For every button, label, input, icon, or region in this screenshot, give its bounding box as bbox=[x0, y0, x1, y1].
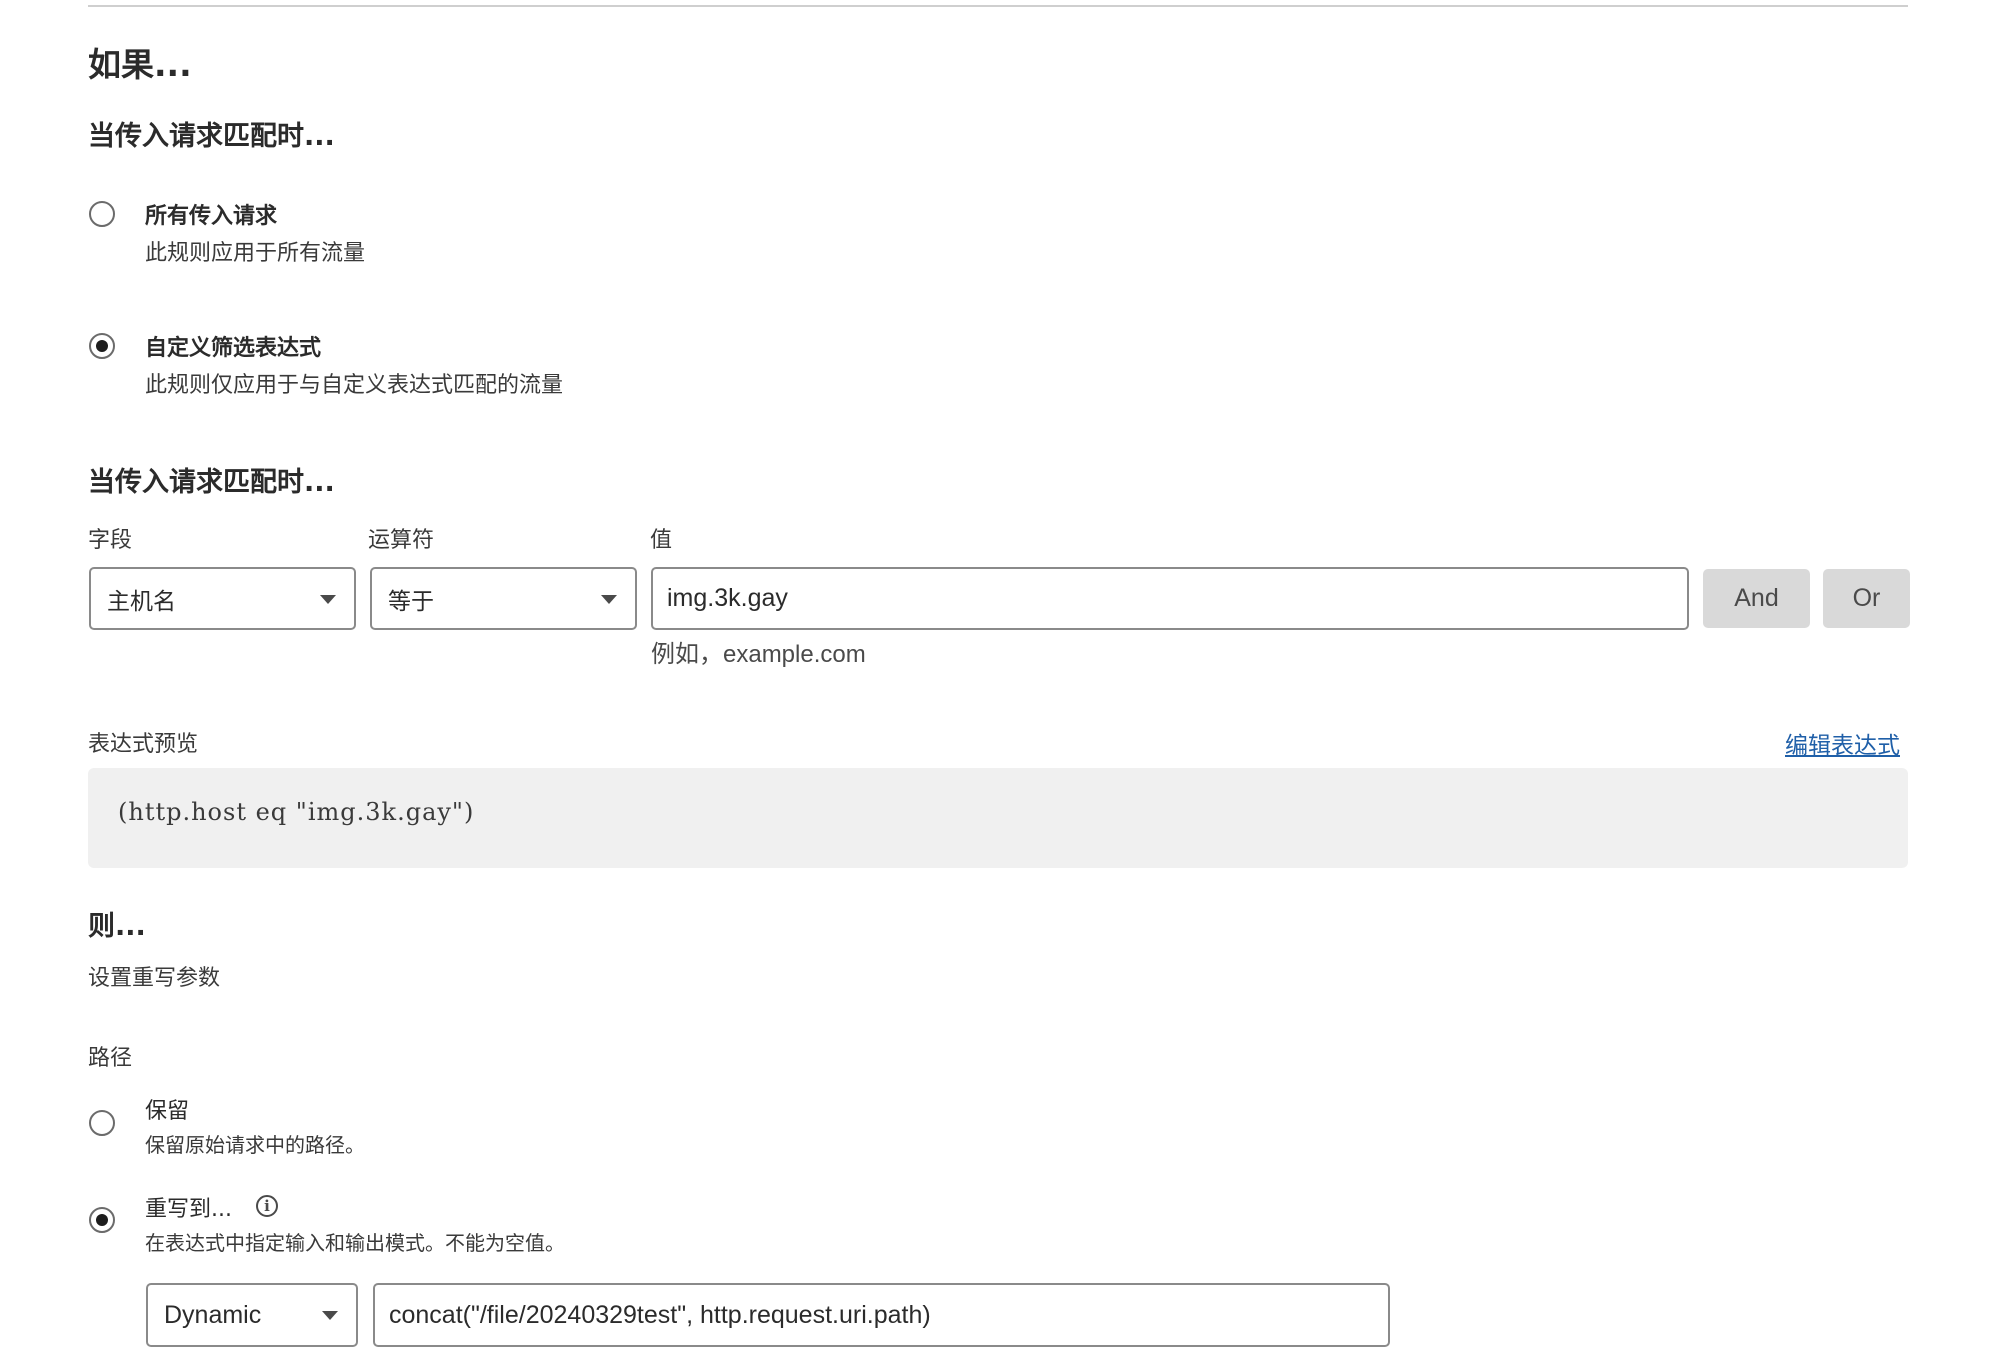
chevron-down-icon bbox=[320, 594, 336, 604]
radio-custom-filter[interactable] bbox=[89, 333, 115, 359]
operator-label: 运算符 bbox=[368, 528, 435, 553]
filter-heading: 当传入请求匹配时... bbox=[88, 467, 335, 498]
option-all-requests-desc: 此规则应用于所有流量 bbox=[145, 241, 366, 266]
radio-all-requests[interactable] bbox=[89, 201, 115, 227]
radio-preserve[interactable] bbox=[89, 1110, 115, 1136]
then-subheading: 设置重写参数 bbox=[88, 966, 221, 991]
top-divider bbox=[88, 5, 1908, 7]
chevron-down-icon bbox=[601, 594, 617, 604]
if-heading: 如果... bbox=[88, 45, 192, 84]
or-button[interactable]: Or bbox=[1823, 569, 1910, 628]
match-heading: 当传入请求匹配时... bbox=[88, 121, 335, 152]
option-all-requests-title[interactable]: 所有传入请求 bbox=[145, 198, 277, 230]
preview-label: 表达式预览 bbox=[88, 732, 199, 757]
expression-preview: (http.host eq "img.3k.gay") bbox=[88, 768, 1908, 868]
operator-select-value: 等于 bbox=[388, 588, 434, 615]
path-label: 路径 bbox=[88, 1046, 133, 1071]
edit-expression-link[interactable]: 编辑表达式 bbox=[1785, 726, 1900, 760]
radio-rewrite[interactable] bbox=[89, 1207, 115, 1233]
rewrite-type-value: Dynamic bbox=[164, 1300, 262, 1329]
option-rewrite-desc: 在表达式中指定输入和输出模式。不能为空值。 bbox=[145, 1231, 565, 1255]
and-button[interactable]: And bbox=[1703, 569, 1810, 628]
option-preserve-title[interactable]: 保留 bbox=[145, 1093, 189, 1125]
operator-select[interactable]: 等于 bbox=[370, 567, 637, 630]
rewrite-expression-text: concat("/file/20240329test", http.reques… bbox=[389, 1300, 931, 1329]
field-select-value: 主机名 bbox=[107, 588, 176, 615]
chevron-down-icon bbox=[322, 1311, 338, 1320]
info-icon[interactable]: i bbox=[256, 1195, 278, 1217]
expression-code: (http.host eq "img.3k.gay") bbox=[118, 798, 475, 826]
rewrite-type-select[interactable]: Dynamic bbox=[146, 1283, 358, 1347]
value-hint: 例如，example.com bbox=[651, 641, 866, 668]
option-rewrite-title[interactable]: 重写到... bbox=[145, 1191, 232, 1223]
value-input[interactable]: img.3k.gay bbox=[651, 567, 1689, 630]
rewrite-expression-input[interactable]: concat("/file/20240329test", http.reques… bbox=[373, 1283, 1390, 1347]
option-custom-filter-desc: 此规则仅应用于与自定义表达式匹配的流量 bbox=[145, 373, 564, 398]
value-input-text: img.3k.gay bbox=[667, 584, 788, 612]
field-select[interactable]: 主机名 bbox=[89, 567, 356, 630]
option-custom-filter-title[interactable]: 自定义筛选表达式 bbox=[145, 330, 321, 362]
field-label: 字段 bbox=[88, 528, 133, 553]
option-preserve-desc: 保留原始请求中的路径。 bbox=[145, 1133, 365, 1157]
then-heading: 则... bbox=[88, 911, 146, 942]
value-label: 值 bbox=[650, 528, 673, 553]
